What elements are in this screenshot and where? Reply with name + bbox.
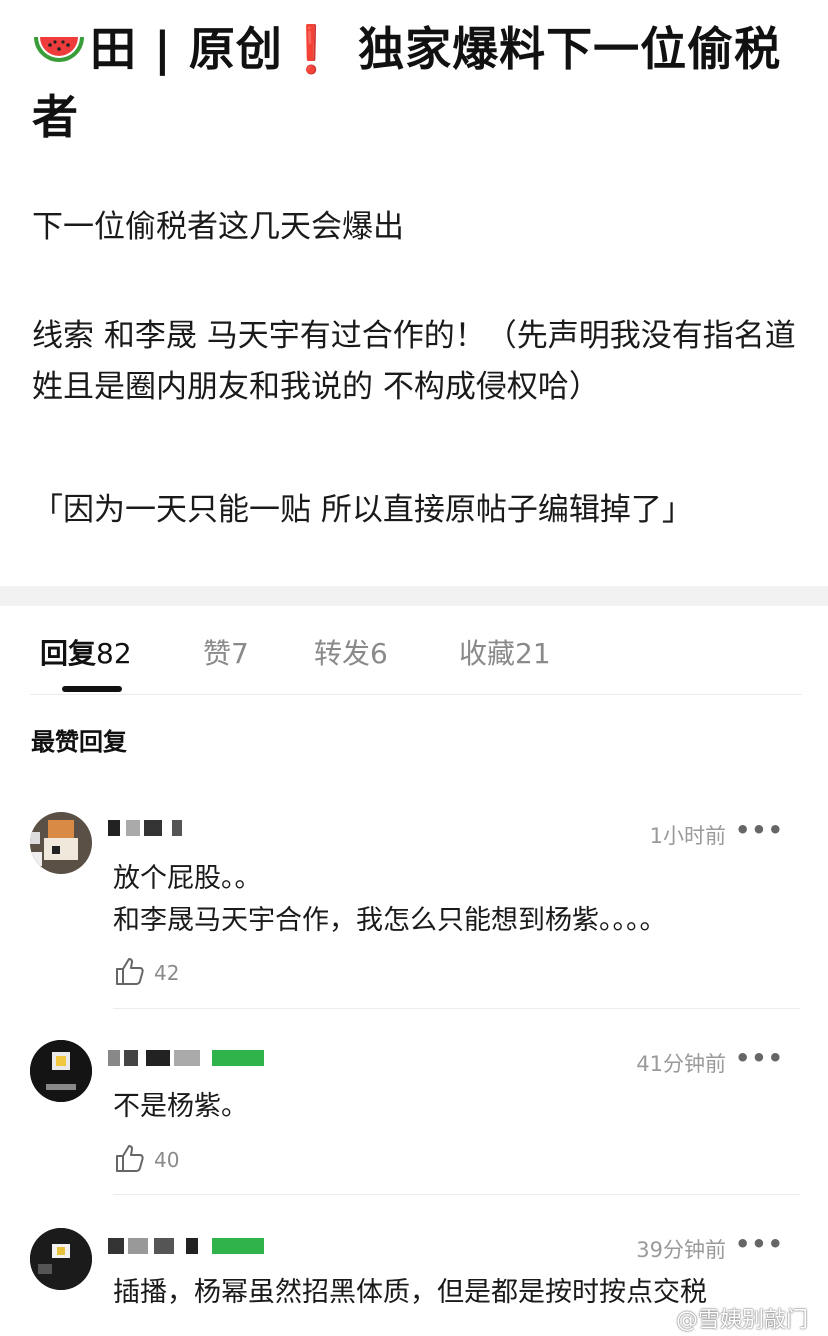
member-badge (212, 1238, 264, 1254)
comment-time: 39分钟前 (636, 1238, 726, 1262)
comment-separator (113, 1194, 800, 1195)
thumbs-up-icon (116, 958, 144, 985)
comment-text: 插播，杨幂虽然招黑体质，但是都是按时按点交税 (113, 1277, 707, 1308)
like-count: 42 (154, 961, 180, 985)
post-line-2: 线索 和李晟 马天宇有过合作的！（先声明我没有指名道姓且是圈内朋友和我说的 不构… (32, 318, 796, 405)
post-line-3: 「因为一天只能一贴 所以直接原帖子编辑掉了」 (32, 492, 693, 528)
watermark: @雪姨别敲门 (675, 1308, 808, 1333)
exclamation-icon: ❗ (282, 22, 342, 76)
post: 田 | 原创❗ 独家爆料下一位偷税者 (0, 0, 828, 148)
tab-likes[interactable]: 赞7 (203, 632, 249, 672)
avatar[interactable] (30, 1040, 92, 1102)
watermelon-icon (32, 24, 86, 86)
comment-time: 1小时前 (649, 824, 726, 848)
thumbs-up-icon (116, 1145, 144, 1172)
section-divider (0, 586, 828, 606)
like-count: 40 (154, 1148, 180, 1172)
tab-reposts[interactable]: 转发6 (314, 632, 388, 672)
tab-favorites[interactable]: 收藏21 (459, 632, 551, 672)
more-dots-icon[interactable]: ••• (735, 816, 784, 844)
member-badge (212, 1050, 264, 1066)
top-replies-heading: 最赞回复 (31, 728, 127, 756)
comment-text: 放个屁股。。 和李晟马天宇合作，我怎么只能想到杨紫。。。。 (113, 863, 667, 936)
avatar[interactable] (30, 1228, 92, 1290)
more-dots-icon[interactable]: ••• (735, 1230, 784, 1258)
active-tab-indicator (62, 686, 122, 692)
comment-separator (113, 1008, 800, 1009)
post-title: 田 | 原创❗ 独家爆料下一位偷税者 (32, 22, 782, 144)
post-line-1: 下一位偷税者这几天会爆出 (32, 209, 404, 245)
avatar[interactable] (30, 812, 92, 874)
more-dots-icon[interactable]: ••• (735, 1044, 784, 1072)
comment-text: 不是杨紫。 (113, 1091, 248, 1122)
tab-replies[interactable]: 回复82 (40, 632, 132, 672)
interaction-tabs: 回复82 赞7 转发6 收藏21 (30, 606, 802, 695)
comment-time: 41分钟前 (636, 1052, 726, 1076)
